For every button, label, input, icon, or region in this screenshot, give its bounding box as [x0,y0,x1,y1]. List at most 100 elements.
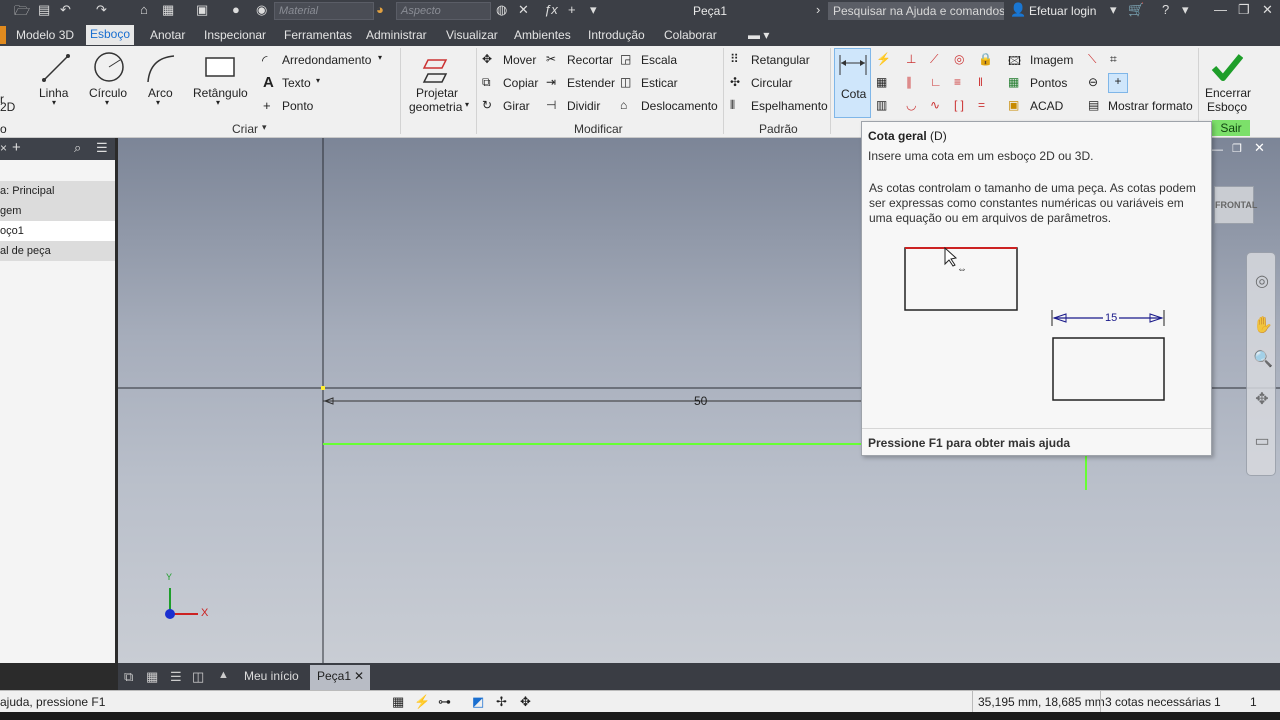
status-tool-icon-5[interactable]: ✢ [496,694,507,710]
constraint-settings-icon[interactable]: ▥ [876,98,887,112]
adjust-icon[interactable]: ◍ [496,2,507,20]
fx-icon[interactable]: ƒx [544,2,558,20]
open-icon[interactable]: 🗁 [14,2,30,20]
add-browser-icon[interactable]: + [12,139,21,156]
close-icon[interactable]: ✕ [1262,2,1273,20]
parallel-icon[interactable]: ∥ [906,75,912,89]
zoom-icon[interactable]: 🔍 [1253,351,1273,369]
fix-icon[interactable]: 🔒 [978,52,993,66]
canvas-close-icon[interactable]: ✕ [1254,140,1265,156]
search-icon[interactable]: ⌕ [74,140,81,156]
save-icon[interactable]: ▤ [38,2,50,20]
horizontal-tile-icon[interactable]: ☰ [170,669,182,685]
maximize-icon[interactable]: ❐ [1238,2,1250,20]
tab-ambientes[interactable]: Ambientes [510,26,575,44]
browser-close-icon[interactable]: × [0,141,7,155]
customize-icon[interactable]: ▾ [590,2,597,20]
minimize-icon[interactable]: — [1214,2,1227,20]
tangent-icon[interactable]: ◡ [906,98,916,112]
tab-modelo-3d[interactable]: Modelo 3D [12,26,78,44]
circle-dropdown-icon[interactable]: ▾ [105,98,109,107]
status-tool-icon-2[interactable]: ⚡ [414,694,430,710]
tab-close-icon[interactable]: ✕ [354,665,364,688]
help-dropdown-icon[interactable]: ▾ [1182,2,1189,20]
driven-dimension-icon[interactable]: + [1108,73,1128,93]
show-constraints-icon[interactable]: ▦ [876,75,887,89]
tab-colaborar[interactable]: Colaborar [660,26,721,44]
tab-peca1[interactable]: Peça1 ✕ [310,665,370,690]
coincident-icon[interactable]: ⊥ [906,52,916,66]
tabs-menu-icon[interactable]: ▲ [218,669,229,681]
line-dropdown-icon[interactable]: ▾ [52,98,56,107]
help-search-input[interactable]: Pesquisar na Ajuda e comandos... [828,2,1004,20]
smooth-icon[interactable]: ∿ [930,98,940,112]
line-button[interactable]: Linha ▾ [36,50,76,110]
equal-icon[interactable]: = [978,98,985,112]
dimension-button[interactable]: Cota [834,48,871,118]
cart-icon[interactable]: 🛒 [1128,2,1144,20]
group-criar-label[interactable]: Criar [232,122,258,136]
status-tool-icon-4[interactable]: ◩ [472,694,484,710]
perpendicular-icon[interactable]: ∟ [930,75,942,89]
fillet-dropdown-icon[interactable]: ▾ [378,53,382,62]
finish-sketch-button[interactable]: Encerrar Esboço [1203,50,1251,116]
tab-esboco[interactable]: Esboço [86,25,135,45]
appearance-swatch-icon[interactable]: ● [232,2,240,20]
select-icon[interactable]: ▣ [196,2,208,20]
orbit-icon[interactable]: ✥ [1253,391,1271,409]
centerline-icon[interactable]: ⌗ [1110,52,1117,67]
status-tool-icon-1[interactable]: ▦ [392,694,404,710]
tab-inspecionar[interactable]: Inspecionar [200,26,270,44]
undo-icon[interactable]: ↶ [60,2,71,20]
material-combo[interactable]: Material [274,2,374,20]
status-tool-icon-3[interactable]: ⊶ [438,694,451,710]
plus-icon[interactable]: + [568,2,576,20]
auto-dimension-icon[interactable]: ⚡ [876,52,891,66]
tab-meu-inicio[interactable]: Meu início [238,665,310,688]
viewcube[interactable]: FRONTAL [1214,186,1257,224]
arc-button[interactable]: Arco ▾ [142,50,178,110]
tab-introducao[interactable]: Introdução [584,26,649,44]
pan-icon[interactable]: ✋ [1253,317,1273,335]
collinear-icon[interactable]: ⟋ [930,52,938,67]
look-at-icon[interactable]: ▭ [1253,433,1271,451]
browser-item-origem[interactable]: gem [0,201,115,221]
tab-administrar[interactable]: Administrar [362,26,431,44]
project-dropdown-icon[interactable]: ▾ [465,100,469,109]
vertical-tile-icon[interactable]: ◫ [192,669,204,685]
status-tool-icon-6[interactable]: ✥ [520,694,531,710]
dimension-value[interactable]: 50 [694,394,707,408]
rectangle-dropdown-icon[interactable]: ▾ [216,98,220,107]
properties-icon[interactable]: ▦ [162,2,174,20]
browser-item-esboco1[interactable]: oço1 [0,221,115,241]
clear-icon[interactable]: ✕ [518,2,529,20]
tile-icon[interactable]: ▦ [146,669,158,685]
appearance-icon[interactable]: ◕ [376,2,384,20]
symmetric-icon[interactable]: [ ] [954,98,964,112]
ribbon-options-icon[interactable]: ▬ ▾ [744,26,773,44]
concentric-icon[interactable]: ◎ [954,52,964,66]
browser-item-principal[interactable]: a: Principal [0,181,115,201]
appearance-combo[interactable]: Aspecto [396,2,491,20]
home-icon[interactable]: ⌂ [140,2,148,20]
cascade-icon[interactable]: ⧉ [124,669,133,685]
redo-icon[interactable]: ↷ [96,2,107,20]
ribbon-cut-2d[interactable]: 2D [0,100,15,114]
vertical-icon[interactable]: ‖ [978,75,983,89]
canvas-minimize-icon[interactable]: — [1212,144,1223,156]
arc-dropdown-icon[interactable]: ▾ [156,98,160,107]
rectangle-button[interactable]: Retângulo ▾ [190,50,250,110]
horizontal-icon[interactable]: ≡ [954,75,961,89]
steering-wheel-icon[interactable]: ◎ [1253,273,1271,291]
circle-button[interactable]: Círculo ▾ [88,50,130,110]
app-menu-button[interactable] [0,26,6,44]
canvas-restore-icon[interactable]: ❐ [1232,142,1242,155]
help-icon[interactable]: ? [1162,2,1169,20]
login-dropdown-icon[interactable]: ▾ [1110,2,1117,20]
tab-anotar[interactable]: Anotar [146,26,189,44]
login-link[interactable]: Efetuar login [1029,4,1096,18]
tab-visualizar[interactable]: Visualizar [442,26,502,44]
center-point-icon[interactable]: ⊖ [1088,75,1098,89]
search-arrow-icon[interactable]: › [816,2,820,20]
project-geometry-button[interactable]: Projetar geometria ▾ [404,50,472,116]
